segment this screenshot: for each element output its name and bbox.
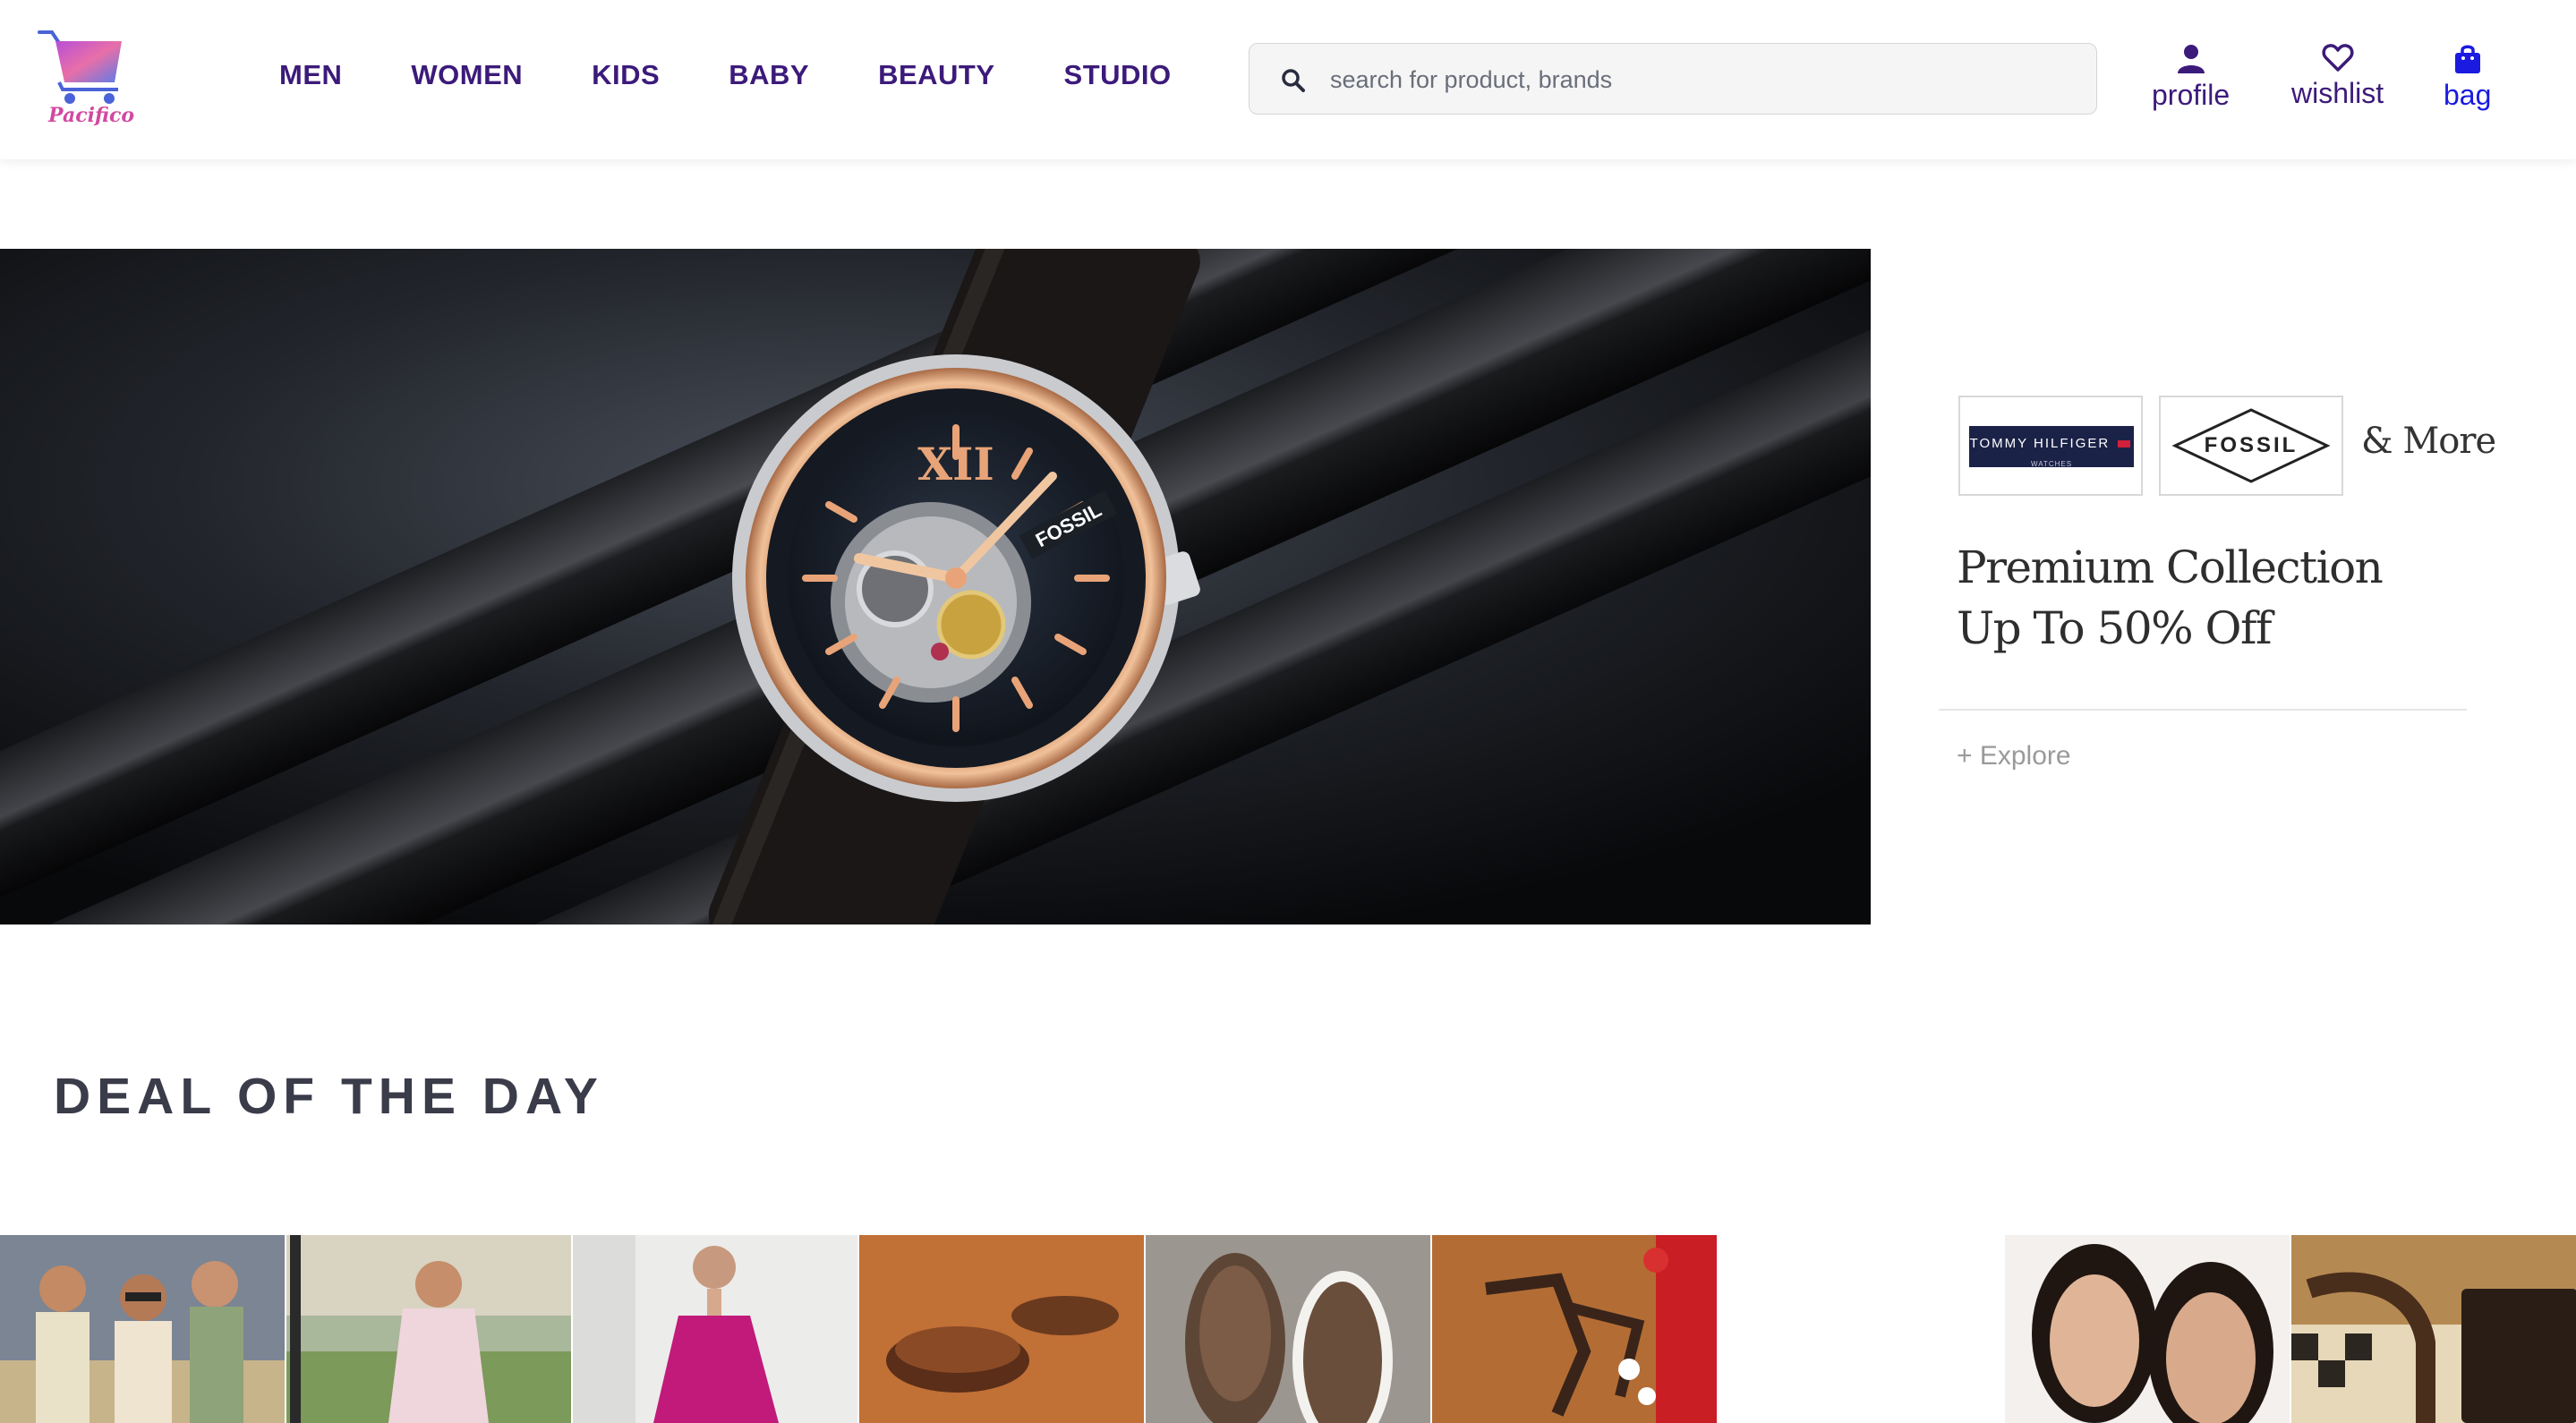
top-header: Pacifico MEN WOMEN KIDS BABY BEAUTY STUD…: [0, 0, 2576, 159]
svg-text:XII: XII: [917, 438, 994, 490]
deal-of-the-day-heading: DEAL OF THE DAY: [54, 1068, 604, 1125]
tommy-logo-mark: TOMMY HILFIGER WATCHES: [1969, 426, 2134, 468]
heart-icon: [2322, 44, 2354, 72]
promo-title: Premium Collection Up To 50% Off: [1957, 537, 2384, 659]
profile-button[interactable]: profile: [2152, 43, 2230, 112]
bag-label: bag: [2444, 79, 2492, 111]
search-input[interactable]: [1328, 44, 2066, 115]
tommy-sub-text: WATCHES: [2030, 460, 2073, 468]
promo-divider: [1939, 709, 2467, 711]
wishlist-label: wishlist: [2291, 77, 2384, 109]
logo-text: Pacifico: [48, 104, 135, 127]
deal-tile-pink-dress[interactable]: [573, 1235, 857, 1423]
flag-icon: [2118, 440, 2131, 448]
cart-logo-icon: [38, 30, 122, 104]
promo-title-line1: Premium Collection: [1957, 541, 2384, 593]
promo-title-line2: Up To 50% Off: [1957, 602, 2273, 654]
deal-tile-kurti-woman[interactable]: [286, 1235, 571, 1423]
group-fashion-image: [0, 1235, 285, 1423]
explore-link[interactable]: + Explore: [1957, 741, 2071, 771]
bag-icon: [2454, 45, 2480, 73]
fossil-watch-image: XII FOSSIL: [0, 249, 1871, 925]
profile-label: profile: [2152, 79, 2231, 111]
heels-image: [1432, 1235, 1717, 1423]
deal-tiles-row: [0, 1235, 2576, 1423]
bag-button[interactable]: bag: [2444, 43, 2491, 112]
kurti-woman-image: [286, 1235, 571, 1423]
fossil-logo-text: FOSSIL: [2204, 433, 2299, 457]
nav-kids[interactable]: KIDS: [592, 59, 660, 91]
deal-tile-casual-shoes[interactable]: [1146, 1235, 1430, 1423]
casual-shoes-image: [1146, 1235, 1430, 1423]
nav-men[interactable]: MEN: [279, 59, 342, 91]
user-icon: [2177, 45, 2205, 73]
nav-baby[interactable]: BABY: [729, 59, 809, 91]
deal-tile-heels[interactable]: [1432, 1235, 1717, 1423]
pink-dress-image: [573, 1235, 857, 1423]
beauty-women-image: [2005, 1235, 2290, 1423]
hero-banner-watch[interactable]: XII FOSSIL: [0, 249, 1871, 925]
main-nav: MEN WOMEN KIDS BABY BEAUTY STUDIO: [279, 59, 1241, 91]
deal-tile-brown-formal-shoes[interactable]: [859, 1235, 1144, 1423]
nav-studio[interactable]: STUDIO: [1064, 59, 1172, 91]
and-more-text: & More: [2361, 421, 2496, 462]
nav-beauty[interactable]: BEAUTY: [878, 59, 994, 91]
deal-tile-beauty-women[interactable]: [2005, 1235, 2290, 1423]
wallet-belt-image: [2291, 1235, 2576, 1423]
pacifico-logo[interactable]: Pacifico: [36, 25, 134, 132]
search-bar: [1249, 43, 2097, 115]
nav-women[interactable]: WOMEN: [411, 59, 523, 91]
tommy-hilfiger-logo[interactable]: TOMMY HILFIGER WATCHES: [1958, 396, 2143, 496]
deal-tile-wallet-belt[interactable]: [2291, 1235, 2576, 1423]
search-icon[interactable]: [1280, 67, 1307, 94]
brown-shoes-image: [859, 1235, 1144, 1423]
tommy-logo-text: TOMMY HILFIGER: [1969, 436, 2111, 451]
fossil-logo[interactable]: FOSSIL: [2159, 396, 2343, 496]
deal-tile-group-fashion[interactable]: [0, 1235, 285, 1423]
wishlist-button[interactable]: wishlist: [2291, 43, 2384, 110]
